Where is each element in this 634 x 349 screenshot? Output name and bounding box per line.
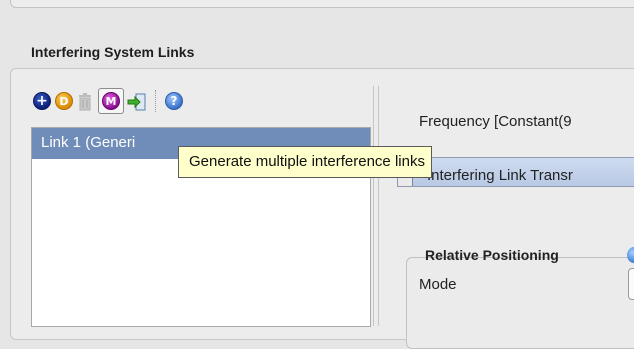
info-icon[interactable] [627, 247, 634, 263]
add-icon: + [36, 93, 48, 109]
import-link-button[interactable] [127, 93, 147, 111]
import-icon [127, 93, 146, 111]
delete-link-button[interactable] [77, 93, 93, 111]
tab-label: Interfering Link Transr [427, 167, 573, 184]
tooltip: Generate multiple interference links [178, 146, 432, 178]
toolbar-separator [155, 90, 156, 112]
upper-panel [10, 0, 634, 8]
relative-positioning-panel [406, 257, 634, 349]
mode-label: Mode [419, 276, 457, 293]
multiple-links-icon: M [105, 94, 117, 108]
section-title: Interfering System Links [31, 44, 195, 60]
interfering-link-transmitter-tab[interactable]: Interfering Link Transr [397, 157, 634, 187]
duplicate-icon: D [59, 94, 69, 108]
generate-multiple-links-button[interactable]: M [102, 92, 120, 110]
add-link-button[interactable]: + [33, 92, 51, 110]
mode-dropdown[interactable] [628, 268, 634, 300]
relative-positioning-title: Relative Positioning [425, 247, 559, 263]
frequency-label: Frequency [Constant(9 [419, 113, 572, 130]
duplicate-link-button[interactable]: D [55, 92, 73, 110]
help-icon: ? [170, 94, 178, 108]
help-button[interactable]: ? [165, 92, 183, 110]
split-pane-divider[interactable] [373, 86, 379, 326]
trash-icon [79, 93, 91, 111]
